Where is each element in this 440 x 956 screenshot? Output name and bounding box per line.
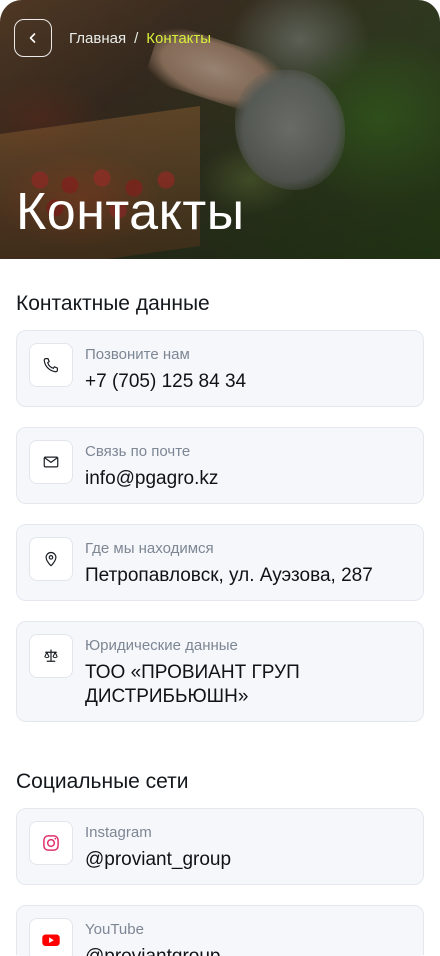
social-label: Instagram bbox=[85, 824, 152, 841]
content: Контактные данные Позвоните нам +7 (705)… bbox=[0, 292, 440, 956]
location-pin-icon bbox=[29, 537, 73, 581]
social-value[interactable]: @proviantgroup bbox=[85, 945, 220, 956]
contacts-page: Главная / Контакты Контакты Контактные д… bbox=[0, 0, 440, 956]
social-section-title: Социальные сети bbox=[16, 770, 189, 793]
contact-label: Где мы находимся bbox=[85, 540, 214, 557]
social-card-instagram[interactable]: Instagram @proviant_group bbox=[16, 808, 424, 885]
contact-card-address[interactable]: Где мы находимся Петропавловск, ул. Ауэз… bbox=[16, 524, 424, 601]
contact-value[interactable]: +7 (705) 125 84 34 bbox=[85, 370, 246, 394]
back-button[interactable] bbox=[14, 19, 52, 57]
social-value[interactable]: @proviant_group bbox=[85, 848, 231, 872]
contact-label: Позвоните нам bbox=[85, 346, 190, 363]
phone-icon bbox=[29, 343, 73, 387]
breadcrumb-separator: / bbox=[134, 30, 139, 47]
contact-label: Связь по почте bbox=[85, 443, 191, 460]
mail-icon bbox=[29, 440, 73, 484]
contact-value[interactable]: info@pgagro.kz bbox=[85, 467, 218, 491]
social-card-youtube[interactable]: YouTube @proviantgroup bbox=[16, 905, 424, 956]
contact-label: Юридические данные bbox=[85, 637, 238, 654]
contact-value: ТОО «ПРОВИАНТ ГРУП ДИСТРИБЬЮШН» bbox=[85, 662, 300, 707]
page-title: Контакты bbox=[16, 183, 245, 241]
breadcrumb-home[interactable]: Главная bbox=[69, 30, 126, 47]
instagram-icon bbox=[29, 821, 73, 865]
scales-icon bbox=[29, 634, 73, 678]
contacts-section-title: Контактные данные bbox=[16, 292, 210, 315]
hero-banner: Главная / Контакты Контакты bbox=[0, 0, 440, 259]
contact-card-phone[interactable]: Позвоните нам +7 (705) 125 84 34 bbox=[16, 330, 424, 407]
breadcrumb: Главная / Контакты bbox=[69, 30, 211, 47]
chevron-left-icon bbox=[29, 33, 36, 43]
contact-card-legal[interactable]: Юридические данные ТОО «ПРОВИАНТ ГРУП ДИ… bbox=[16, 621, 424, 722]
contact-value[interactable]: Петропавловск, ул. Ауэзова, 287 bbox=[85, 564, 373, 588]
youtube-icon bbox=[29, 918, 73, 956]
contact-card-email[interactable]: Связь по почте info@pgagro.kz bbox=[16, 427, 424, 504]
breadcrumb-current: Контакты bbox=[146, 30, 212, 47]
social-label: YouTube bbox=[85, 921, 144, 938]
